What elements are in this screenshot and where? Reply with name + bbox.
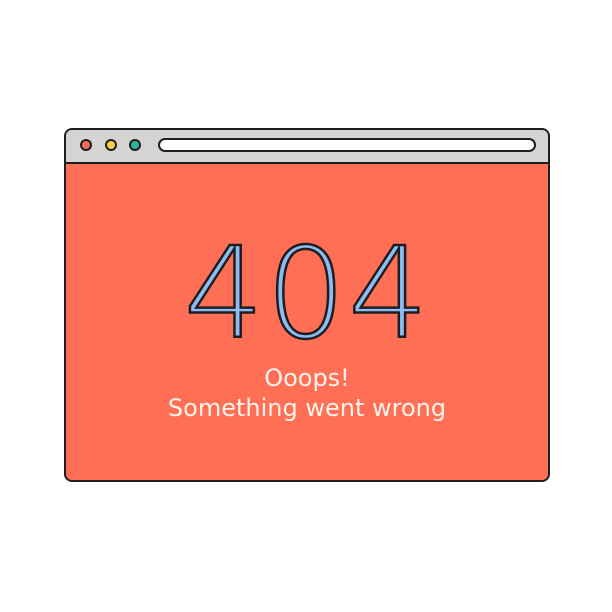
minimize-window-button[interactable] <box>105 139 117 151</box>
browser-window: 404 Ooops! Something went wrong <box>64 128 550 482</box>
zoom-window-button[interactable] <box>129 139 141 151</box>
close-window-button[interactable] <box>80 139 92 151</box>
error-code: 404 <box>183 220 431 367</box>
error-page-content: 404 Ooops! Something went wrong <box>66 164 548 480</box>
browser-titlebar <box>66 130 548 164</box>
error-message-title: Ooops! <box>264 364 350 392</box>
error-message-detail: Something went wrong <box>167 394 447 422</box>
address-bar[interactable] <box>158 138 536 152</box>
